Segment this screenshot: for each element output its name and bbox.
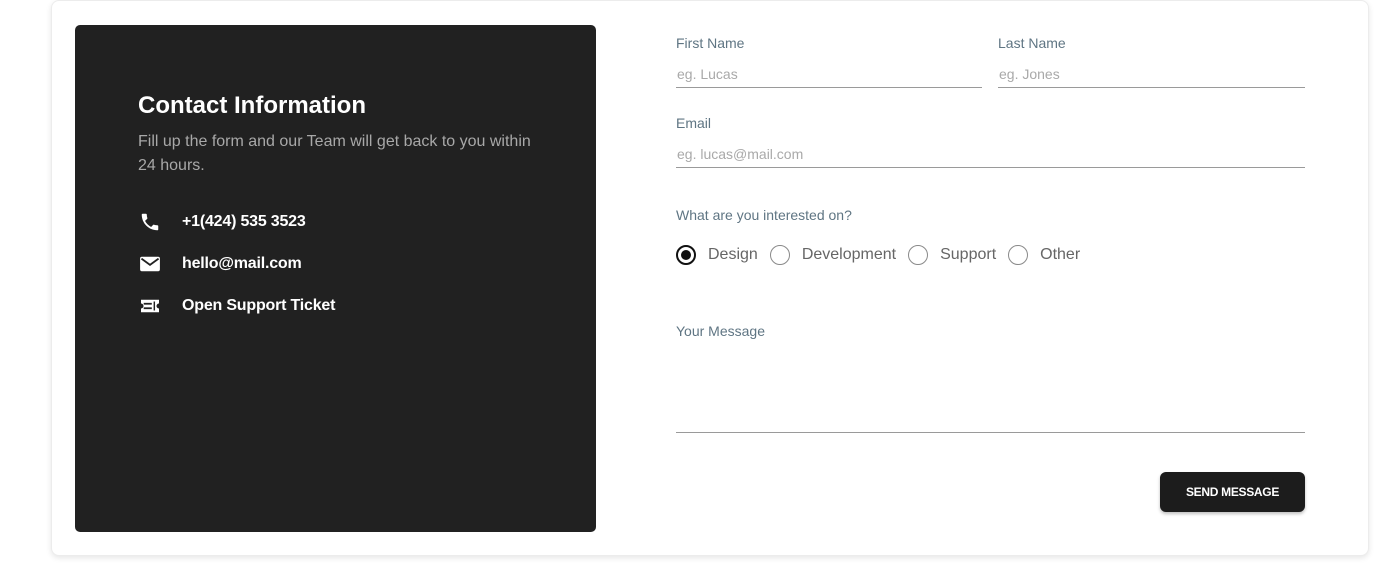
message-textarea[interactable] — [676, 350, 1305, 433]
interest-option-development[interactable]: Development — [769, 245, 897, 265]
radio-unchecked-icon[interactable] — [769, 245, 790, 265]
contact-info-panel: Contact Information Fill up the form and… — [75, 25, 596, 532]
first-name-input[interactable] — [676, 60, 982, 88]
last-name-input[interactable] — [998, 60, 1305, 88]
email-label: Email — [676, 115, 712, 131]
contact-phone-text: +1(424) 535 3523 — [182, 213, 306, 230]
send-message-button[interactable]: SEND MESSAGE — [1160, 472, 1305, 512]
contact-phone[interactable]: +1(424) 535 3523 — [138, 209, 306, 235]
radio-unchecked-icon[interactable] — [908, 245, 929, 265]
contact-email[interactable]: hello@mail.com — [138, 251, 302, 277]
contact-support-ticket-text: Open Support Ticket — [182, 297, 336, 314]
contact-info-description: Fill up the form and our Team will get b… — [138, 133, 531, 174]
radio-checked-icon[interactable] — [676, 245, 696, 265]
contact-info-title: Contact Information — [138, 92, 366, 119]
first-name-label: First Name — [676, 35, 745, 51]
email-input[interactable] — [676, 140, 1305, 168]
last-name-label: Last Name — [998, 35, 1066, 51]
interest-option-label: Other — [1040, 246, 1081, 263]
interest-option-support[interactable]: Support — [908, 245, 996, 265]
mail-icon — [138, 252, 162, 276]
interest-option-design[interactable]: Design — [676, 245, 758, 265]
ticket-icon — [138, 294, 162, 318]
interest-option-label: Design — [708, 246, 758, 263]
interest-radio-group: Design Development Support Other — [676, 242, 1092, 268]
interest-label: What are you interested on? — [676, 207, 852, 223]
message-label: Your Message — [676, 323, 765, 339]
radio-unchecked-icon[interactable] — [1008, 245, 1029, 265]
interest-option-label: Support — [940, 246, 997, 263]
contact-support-ticket[interactable]: Open Support Ticket — [138, 293, 335, 319]
phone-icon — [138, 210, 162, 234]
interest-option-other[interactable]: Other — [1008, 245, 1080, 265]
interest-option-label: Development — [801, 246, 897, 263]
contact-email-text: hello@mail.com — [182, 255, 302, 272]
